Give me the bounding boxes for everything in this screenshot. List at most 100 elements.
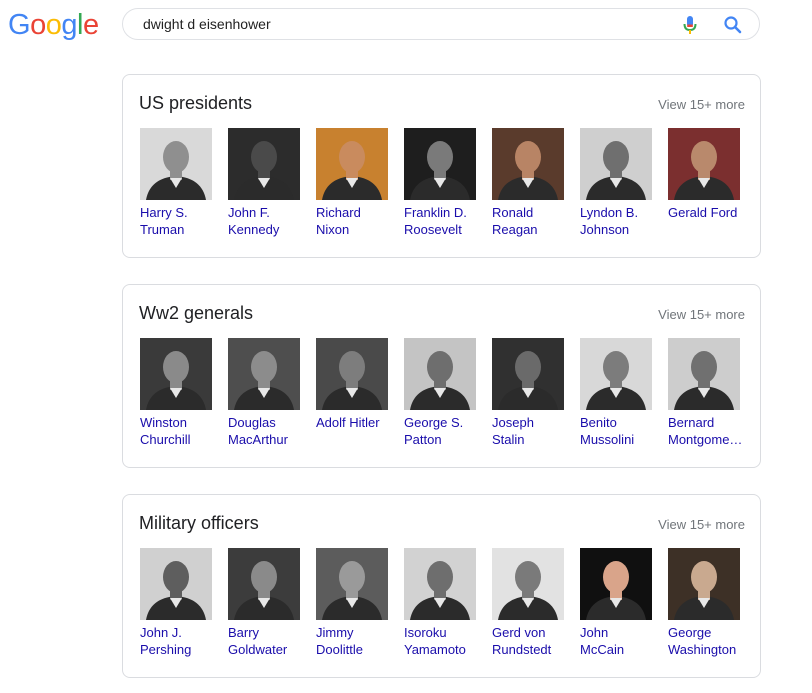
person-photo — [668, 338, 740, 410]
person-card[interactable]: Gerald Ford — [668, 128, 744, 221]
person-name-line: Benito — [580, 415, 617, 430]
view-more-link[interactable]: View 15+ more — [658, 517, 745, 532]
person-name-line: Bernard — [668, 415, 715, 430]
microphone-icon[interactable] — [681, 15, 699, 35]
search-icon[interactable] — [723, 15, 743, 35]
person-card[interactable]: Harry S. Truman — [140, 128, 216, 238]
person-name[interactable]: Isoroku Yamamoto — [404, 624, 480, 658]
person-card[interactable]: Jimmy Doolittle — [316, 548, 392, 658]
person-card[interactable]: Barry Goldwater — [228, 548, 304, 658]
person-photo — [580, 128, 652, 200]
card-us-presidents: US presidents View 15+ more Harry S. Trum… — [122, 74, 761, 258]
person-name[interactable]: John McCain — [580, 624, 656, 658]
person-card[interactable]: Benito Mussolini — [580, 338, 656, 448]
person-name-line: Barry — [228, 625, 260, 640]
person-card[interactable]: George S. Patton — [404, 338, 480, 448]
person-photo — [492, 338, 564, 410]
person-name-line: Douglas — [228, 415, 276, 430]
person-name[interactable]: Gerd von Rundstedt — [492, 624, 568, 658]
person-card[interactable]: Isoroku Yamamoto — [404, 548, 480, 658]
person-photo — [140, 128, 212, 200]
person-card[interactable]: Winston Churchill — [140, 338, 216, 448]
person-name-line: Kennedy — [228, 222, 280, 237]
person-name[interactable]: Harry S. Truman — [140, 204, 216, 238]
person-photo — [668, 548, 740, 620]
person-card[interactable]: Gerd von Rundstedt — [492, 548, 568, 658]
person-name[interactable]: Jimmy Doolittle — [316, 624, 392, 658]
person-photo — [140, 548, 212, 620]
person-name-line: Ronald — [492, 205, 534, 220]
person-photo — [316, 548, 388, 620]
view-more-link[interactable]: View 15+ more — [658, 307, 745, 322]
person-name-line: McCain — [580, 642, 625, 657]
person-photo — [404, 338, 476, 410]
search-input[interactable] — [143, 13, 643, 35]
person-name[interactable]: Douglas MacArthur — [228, 414, 304, 448]
person-name[interactable]: Adolf Hitler — [316, 414, 392, 431]
person-photo — [404, 128, 476, 200]
person-name-line: Churchill — [140, 432, 191, 447]
person-photo — [580, 338, 652, 410]
person-name[interactable]: George S. Patton — [404, 414, 480, 448]
logo-letter: e — [82, 9, 99, 41]
person-name-line: Montgome… — [668, 432, 743, 447]
person-name-line: Roosevelt — [404, 222, 462, 237]
person-name[interactable]: Ronald Reagan — [492, 204, 568, 238]
person-card[interactable]: George Washington — [668, 548, 744, 658]
person-name-line: Truman — [140, 222, 185, 237]
person-card[interactable]: John McCain — [580, 548, 656, 658]
person-name-line: Richard — [316, 205, 361, 220]
person-name[interactable]: Franklin D. Roosevelt — [404, 204, 480, 238]
person-name-line: MacArthur — [228, 432, 288, 447]
person-card[interactable]: Adolf Hitler — [316, 338, 392, 431]
logo-letter: o — [45, 9, 62, 41]
person-name-line: Patton — [404, 432, 442, 447]
person-name[interactable]: Richard Nixon — [316, 204, 392, 238]
person-name-line: Isoroku — [404, 625, 447, 640]
person-name[interactable]: George Washington — [668, 624, 744, 658]
person-name-line: Goldwater — [228, 642, 288, 657]
google-logo[interactable]: Google — [8, 8, 99, 42]
person-name-line: Joseph — [492, 415, 534, 430]
person-photo — [228, 338, 300, 410]
person-name-line: Harry S. — [140, 205, 188, 220]
person-name-line: Rundstedt — [492, 642, 552, 657]
view-more-link[interactable]: View 15+ more — [658, 97, 745, 112]
person-name[interactable]: Winston Churchill — [140, 414, 216, 448]
person-name[interactable]: Gerald Ford — [668, 204, 744, 221]
person-card[interactable]: Bernard Montgome… — [668, 338, 744, 448]
person-card[interactable]: John F. Kennedy — [228, 128, 304, 238]
person-name-line: Jimmy — [316, 625, 354, 640]
person-name[interactable]: Joseph Stalin — [492, 414, 568, 448]
person-name-line: Gerald Ford — [668, 205, 738, 220]
person-name[interactable]: John J. Pershing — [140, 624, 216, 658]
person-name[interactable]: Barry Goldwater — [228, 624, 304, 658]
person-name-line: Yamamoto — [404, 642, 466, 657]
person-name-line: Winston — [140, 415, 187, 430]
card-military-officers: Military officers View 15+ more John J. P… — [122, 494, 761, 678]
person-name[interactable]: John F. Kennedy — [228, 204, 304, 238]
person-name-line: George S. — [404, 415, 464, 430]
person-name-line: Gerd von — [492, 625, 546, 640]
person-name-line: Mussolini — [580, 432, 635, 447]
card-ww2-generals: Ww2 generals View 15+ more Winston Church… — [122, 284, 761, 468]
person-card[interactable]: Joseph Stalin — [492, 338, 568, 448]
person-photo — [316, 338, 388, 410]
person-photo — [492, 548, 564, 620]
person-card[interactable]: Richard Nixon — [316, 128, 392, 238]
person-card[interactable]: Lyndon B. Johnson — [580, 128, 656, 238]
person-name[interactable]: Bernard Montgome… — [668, 414, 744, 448]
person-card[interactable]: Franklin D. Roosevelt — [404, 128, 480, 238]
person-name[interactable]: Lyndon B. Johnson — [580, 204, 656, 238]
person-card[interactable]: Ronald Reagan — [492, 128, 568, 238]
card-title: Military officers — [139, 513, 259, 533]
person-card[interactable]: John J. Pershing — [140, 548, 216, 658]
person-name-line: Washington — [668, 642, 737, 657]
person-name-line: John F. — [228, 205, 270, 220]
person-name-line: John — [580, 625, 609, 640]
person-photo — [140, 338, 212, 410]
person-card[interactable]: Douglas MacArthur — [228, 338, 304, 448]
person-name[interactable]: Benito Mussolini — [580, 414, 656, 448]
card-title: Ww2 generals — [139, 303, 254, 323]
logo-letter: o — [30, 9, 46, 41]
